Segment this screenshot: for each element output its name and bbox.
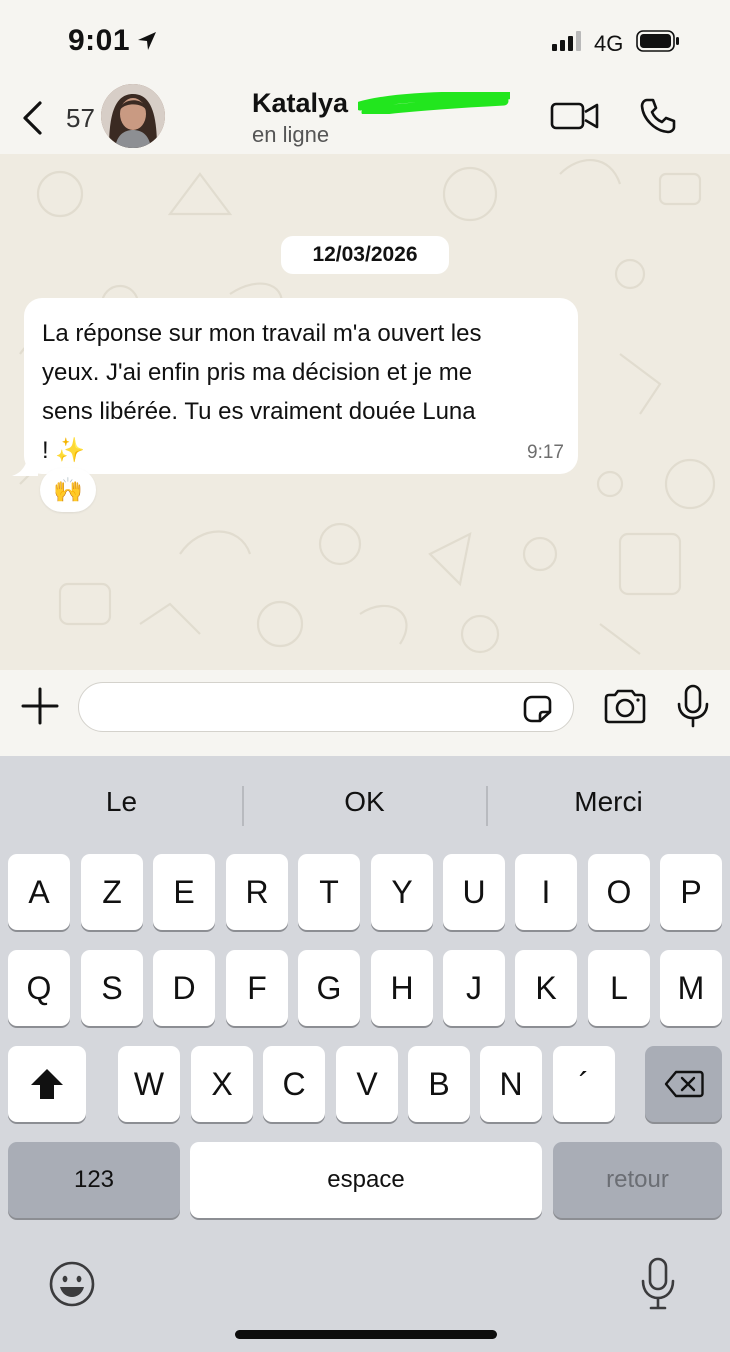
back-chevron-icon	[23, 101, 42, 135]
key[interactable]: L	[588, 950, 650, 1026]
key[interactable]: H	[371, 950, 433, 1026]
key[interactable]: D	[153, 950, 215, 1026]
key[interactable]: F	[226, 950, 288, 1026]
plus-icon[interactable]	[20, 686, 60, 726]
signal-icon	[552, 31, 581, 51]
video-camera-icon[interactable]	[550, 98, 600, 134]
key[interactable]: T	[298, 854, 360, 930]
backspace-icon	[664, 1070, 704, 1098]
location-arrow-icon	[138, 32, 156, 50]
input-bar	[0, 670, 730, 756]
key[interactable]: N	[480, 1046, 542, 1122]
message-input[interactable]	[78, 682, 574, 732]
key[interactable]: K	[515, 950, 577, 1026]
keyboard: Le OK Merci A Z E R T Y U I O P Q S D F …	[0, 756, 730, 1352]
suggestion-item[interactable]: Merci	[487, 786, 730, 818]
reaction-badge[interactable]: 🙌	[40, 468, 96, 512]
home-indicator[interactable]	[235, 1330, 497, 1339]
shift-key[interactable]	[8, 1046, 86, 1122]
key[interactable]: O	[588, 854, 650, 930]
key[interactable]: Q	[8, 950, 70, 1026]
chat-header: 57 Katalya en ligne	[0, 80, 730, 154]
microphone-icon[interactable]	[676, 684, 710, 728]
key[interactable]: B	[408, 1046, 470, 1122]
suggestion-item[interactable]: OK	[243, 786, 486, 818]
key[interactable]: J	[443, 950, 505, 1026]
camera-icon[interactable]	[603, 688, 647, 724]
name-redaction	[358, 92, 510, 114]
message-time: 9:17	[527, 442, 564, 463]
message-text: La réponse sur mon travail m'a ouvert le…	[42, 320, 482, 464]
key[interactable]: M	[660, 950, 722, 1026]
key[interactable]: Y	[371, 854, 433, 930]
suggestion-item[interactable]: Le	[0, 786, 243, 818]
date-pill: 12/03/2026	[281, 236, 449, 274]
key[interactable]: G	[298, 950, 360, 1026]
backspace-key[interactable]	[645, 1046, 722, 1122]
contact-status: en ligne	[252, 122, 330, 147]
key[interactable]: W	[118, 1046, 180, 1122]
unread-count: 57	[66, 102, 95, 133]
key[interactable]: A	[8, 854, 70, 930]
key[interactable]: P	[660, 854, 722, 930]
status-bar: 9:01 4G	[0, 0, 730, 80]
accent-key[interactable]: ´	[553, 1046, 615, 1122]
message-bubble[interactable]: La réponse sur mon travail m'a ouvert le…	[24, 298, 578, 474]
key[interactable]: S	[81, 950, 143, 1026]
battery-icon	[636, 30, 679, 52]
avatar[interactable]	[101, 84, 165, 148]
return-key[interactable]: retour	[553, 1142, 722, 1218]
key[interactable]: R	[226, 854, 288, 930]
phone-icon[interactable]	[638, 96, 678, 136]
status-time: 9:01	[68, 24, 131, 57]
key[interactable]: E	[153, 854, 215, 930]
network-label: 4G	[594, 31, 624, 56]
numbers-key[interactable]: 123	[8, 1142, 180, 1218]
suggestion-bar: Le OK Merci	[0, 756, 730, 856]
shift-icon	[31, 1069, 63, 1099]
emoji-icon[interactable]	[48, 1260, 96, 1308]
key[interactable]: X	[191, 1046, 253, 1122]
chat-area[interactable]: 12/03/2026 La réponse sur mon travail m'…	[0, 154, 730, 670]
sticker-icon[interactable]	[521, 694, 553, 724]
dictation-icon[interactable]	[640, 1256, 676, 1312]
contact-name[interactable]: Katalya	[252, 88, 348, 119]
key[interactable]: Z	[81, 854, 143, 930]
key[interactable]: C	[263, 1046, 325, 1122]
avatar-photo	[101, 84, 165, 148]
space-key[interactable]: espace	[190, 1142, 542, 1218]
back-button[interactable]: 57	[20, 96, 100, 140]
key[interactable]: U	[443, 854, 505, 930]
key[interactable]: V	[336, 1046, 398, 1122]
key[interactable]: I	[515, 854, 577, 930]
